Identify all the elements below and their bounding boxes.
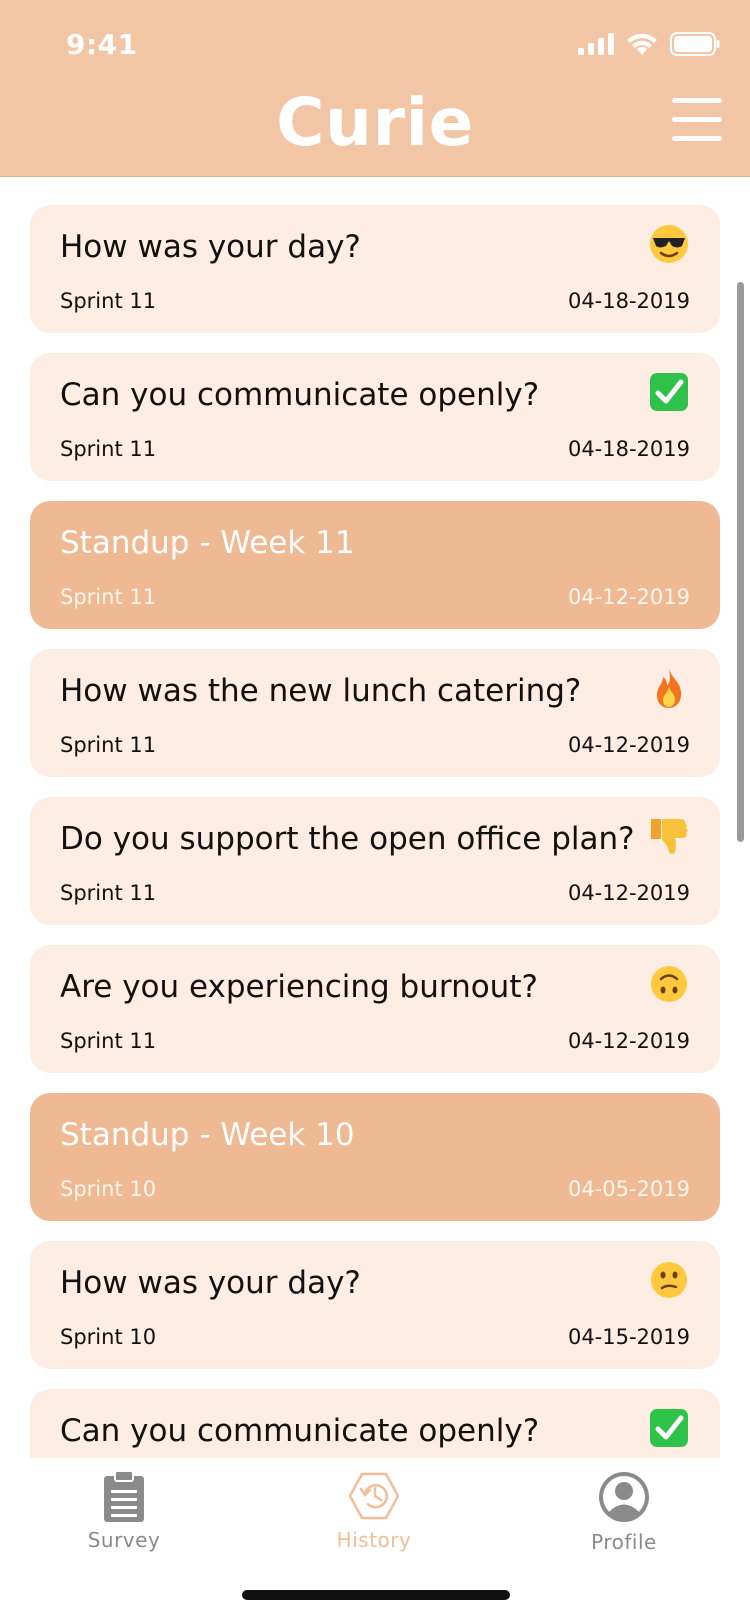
card-title: Do you support the open office plan? — [60, 821, 635, 857]
battery-icon — [670, 32, 720, 56]
card-sprint: Sprint 11 — [60, 289, 157, 313]
history-list[interactable]: How was your day? Sprint 11 04-18-2019 C… — [30, 205, 720, 1537]
card-title: Standup - Week 11 — [60, 525, 355, 561]
clipboard-icon — [104, 1470, 144, 1522]
standup-card[interactable]: Standup - Week 10 Sprint 10 04-05-2019 — [30, 1093, 720, 1221]
scrollbar[interactable] — [737, 282, 744, 842]
confused-face-icon — [651, 1262, 687, 1298]
tab-label: Survey — [87, 1528, 161, 1552]
card-sprint: Sprint 11 — [60, 733, 157, 757]
card-title: How was the new lunch catering? — [60, 673, 582, 709]
card-title: Can you communicate openly? — [60, 1413, 540, 1449]
card-date: 04-12-2019 — [567, 881, 690, 905]
cellular-signal-icon — [578, 33, 614, 55]
card-date: 04-15-2019 — [567, 1325, 690, 1349]
card-title: Standup - Week 10 — [60, 1117, 355, 1153]
standup-card[interactable]: Standup - Week 11 Sprint 11 04-12-2019 — [30, 501, 720, 629]
card-title: How was your day? — [60, 229, 361, 265]
card-sprint: Sprint 10 — [60, 1177, 157, 1201]
card-sprint: Sprint 11 — [60, 881, 157, 905]
card-date: 04-12-2019 — [567, 733, 690, 757]
card-title: Are you experiencing burnout? — [60, 969, 538, 1005]
tab-label: History — [336, 1528, 412, 1552]
status-icons — [578, 32, 720, 56]
tab-profile[interactable]: Profile — [524, 1470, 724, 1554]
check-mark-button-icon — [650, 373, 688, 411]
status-time: 9:41 — [66, 28, 138, 61]
survey-card[interactable]: How was your day? Sprint 10 04-15-2019 — [30, 1241, 720, 1369]
card-date: 04-18-2019 — [567, 289, 690, 313]
menu-button[interactable] — [672, 98, 722, 146]
menu-icon — [672, 98, 722, 103]
smiling-face-with-sunglasses-icon — [650, 225, 688, 263]
check-mark-button-icon — [650, 1409, 688, 1447]
history-icon — [348, 1472, 400, 1520]
tab-history[interactable]: History — [274, 1470, 474, 1552]
card-sprint: Sprint 11 — [60, 1029, 157, 1053]
card-sprint: Sprint 11 — [60, 437, 157, 461]
thumbs-down-icon — [651, 819, 688, 854]
card-title: How was your day? — [60, 1265, 361, 1301]
survey-card[interactable]: Do you support the open office plan? Spr… — [30, 797, 720, 925]
fire-icon — [657, 669, 682, 708]
tab-survey[interactable]: Survey — [24, 1470, 224, 1552]
card-date: 04-18-2019 — [567, 437, 690, 461]
home-indicator[interactable] — [242, 1590, 510, 1600]
card-sprint: Sprint 11 — [60, 585, 157, 609]
survey-card[interactable]: How was the new lunch catering? Sprint 1… — [30, 649, 720, 777]
card-date: 04-12-2019 — [567, 585, 690, 609]
profile-icon — [599, 1472, 649, 1522]
app-title: Curie — [276, 84, 474, 161]
survey-card[interactable]: How was your day? Sprint 11 04-18-2019 — [30, 205, 720, 333]
survey-card[interactable]: Can you communicate openly? Sprint 11 04… — [30, 353, 720, 481]
card-title: Can you communicate openly? — [60, 377, 540, 413]
tab-label: Profile — [591, 1530, 657, 1554]
card-date: 04-12-2019 — [567, 1029, 690, 1053]
card-sprint: Sprint 10 — [60, 1325, 157, 1349]
survey-card[interactable]: Are you experiencing burnout? Sprint 11 … — [30, 945, 720, 1073]
wifi-icon — [627, 33, 657, 55]
card-date: 04-05-2019 — [567, 1177, 690, 1201]
app-header: 9:41 Curie — [0, 0, 750, 177]
upside-down-face-icon — [651, 966, 687, 1002]
